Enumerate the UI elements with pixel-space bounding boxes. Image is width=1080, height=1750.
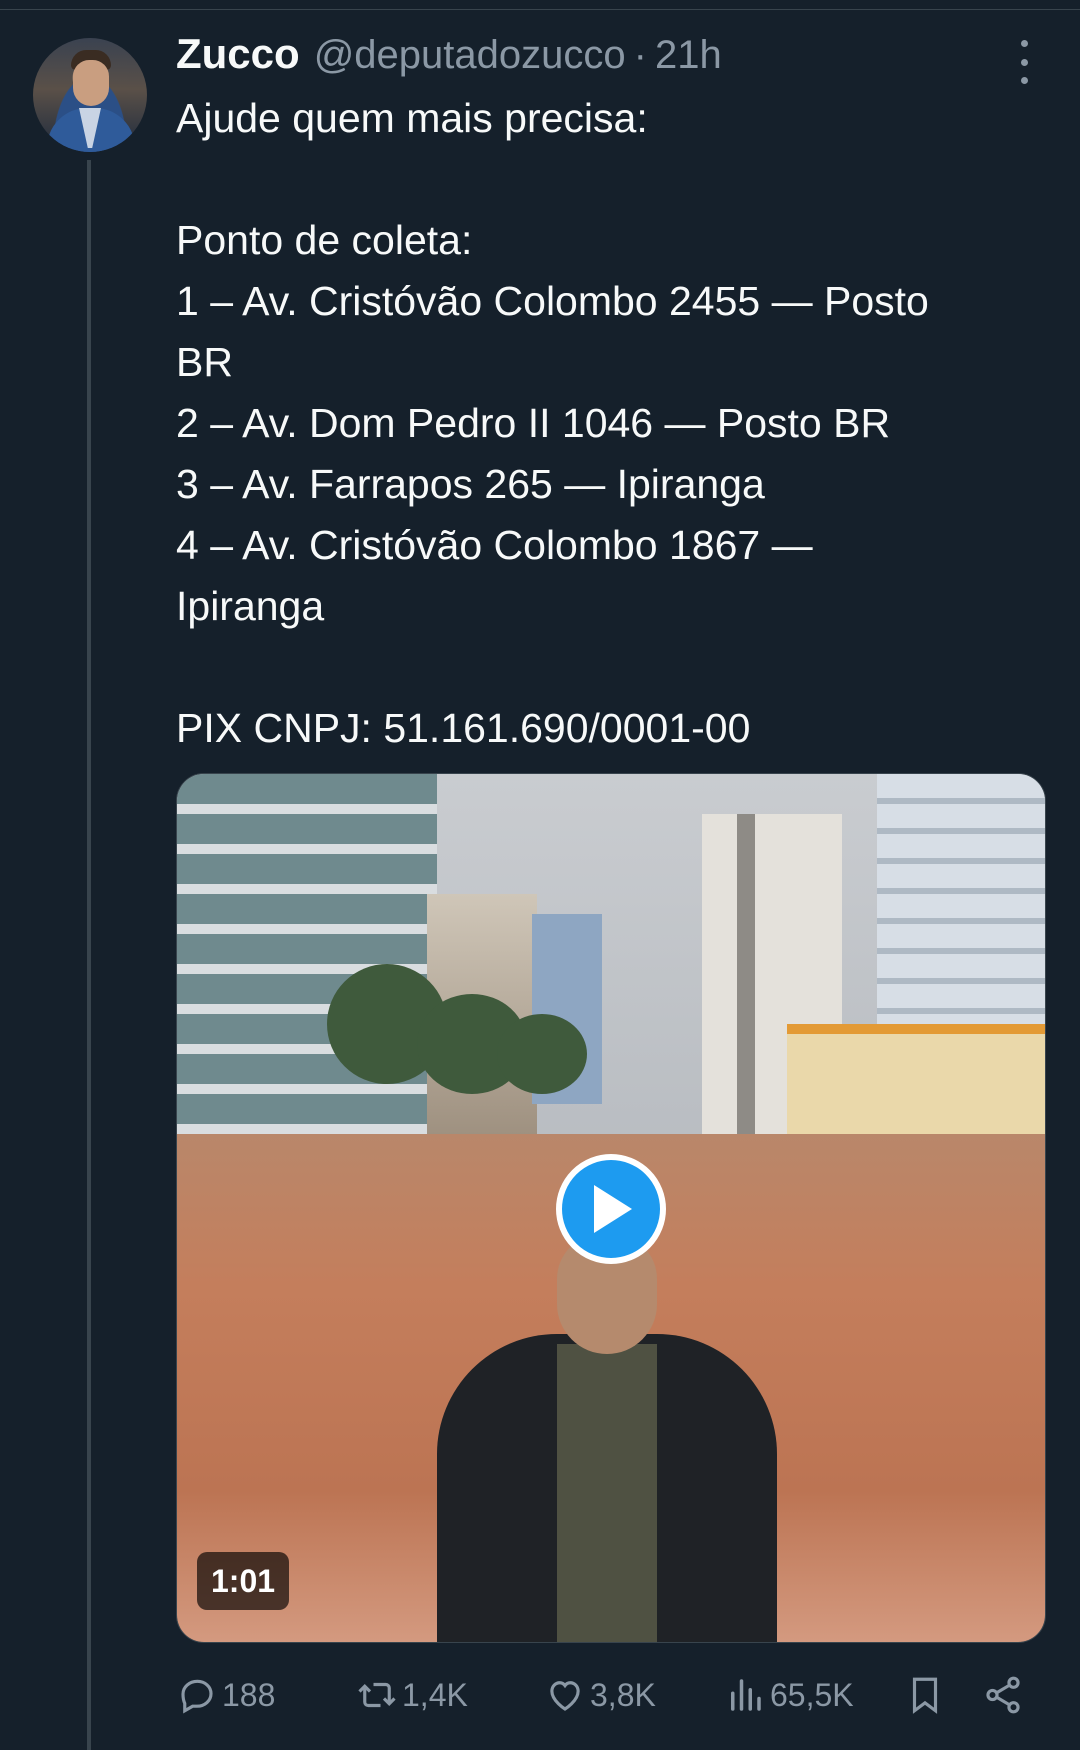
reply-count: 188 [222, 1676, 276, 1713]
video-frame-tree [497, 1014, 587, 1094]
tweet-text-blank [176, 637, 1056, 698]
repost-button[interactable]: 1,4K [356, 1670, 468, 1720]
play-icon [594, 1185, 632, 1233]
tweet-text-blank [176, 149, 1056, 210]
tweet-text: Ajude quem mais precisa: Ponto de coleta… [176, 88, 1056, 759]
like-count: 3,8K [590, 1676, 656, 1713]
views-button[interactable]: 65,5K [724, 1670, 854, 1720]
repost-icon [358, 1682, 396, 1708]
tweet-text-line: Ajude quem mais precisa: [176, 95, 648, 141]
reply-icon [181, 1679, 213, 1714]
timestamp[interactable]: 21h [655, 33, 722, 78]
tweet-text-line: 3 – Av. Farrapos 265 — Ipiranga [176, 461, 765, 507]
reply-button[interactable]: 188 [176, 1670, 275, 1720]
tweet-text-line: BR [176, 339, 233, 385]
author-name[interactable]: Zucco [176, 30, 300, 78]
avatar[interactable] [33, 38, 147, 152]
tweet-text-line: 2 – Av. Dom Pedro II 1046 — Posto BR [176, 400, 891, 446]
more-vertical-icon[interactable] [1010, 40, 1038, 84]
bookmark-button[interactable] [904, 1670, 946, 1720]
tweet-text-line: PIX CNPJ: 51.161.690/0001-00 [176, 705, 751, 751]
play-button[interactable] [556, 1154, 666, 1264]
thread-line [87, 160, 91, 1750]
video-frame-building [787, 1024, 1045, 1134]
video-frame-building [877, 774, 1045, 1054]
share-icon [986, 1676, 1020, 1714]
top-divider [0, 0, 1080, 10]
repost-count: 1,4K [402, 1676, 468, 1713]
video-frame-building [737, 814, 755, 1144]
tweet-text-line: Ponto de coleta: [176, 217, 473, 263]
views-count: 65,5K [770, 1676, 854, 1713]
header-separator: · [633, 33, 647, 77]
bookmark-icon [912, 1677, 938, 1714]
tweet-text-line: Ipiranga [176, 583, 325, 629]
heart-icon [550, 1681, 580, 1711]
share-button[interactable] [982, 1670, 1024, 1720]
tweet-actions: 188 1,4K 3,8K 65,5K [176, 1670, 1056, 1720]
tweet-header: Zucco @deputadozucco · 21h [176, 30, 722, 84]
video-duration-badge: 1:01 [197, 1552, 290, 1610]
video-player[interactable]: 1:01 [176, 773, 1046, 1643]
video-frame-person [437, 1234, 777, 1642]
like-button[interactable]: 3,8K [544, 1670, 656, 1720]
author-handle[interactable]: @deputadozucco [314, 33, 626, 78]
views-icon [731, 1679, 761, 1711]
tweet-text-line: 4 – Av. Cristóvão Colombo 1867 — [176, 522, 813, 568]
tweet-text-line: 1 – Av. Cristóvão Colombo 2455 — Posto [176, 278, 929, 324]
